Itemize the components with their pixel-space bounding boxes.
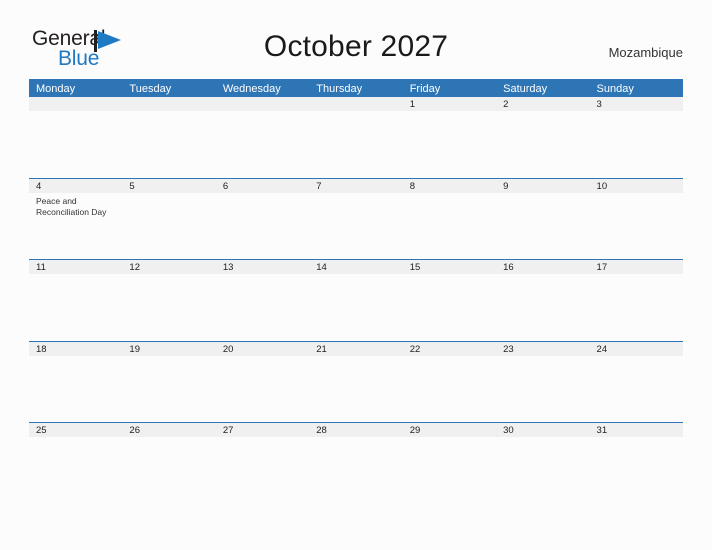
calendar-day-cell[interactable]: 27 bbox=[215, 423, 310, 504]
day-number: 29 bbox=[402, 423, 497, 437]
day-number: 9 bbox=[496, 178, 590, 193]
calendar-day-cell[interactable]: 7 bbox=[309, 178, 403, 260]
calendar-day-cell[interactable]: 8 bbox=[402, 178, 497, 260]
day-number: 17 bbox=[589, 260, 683, 274]
day-number: 6 bbox=[215, 178, 310, 193]
page-title: October 2027 bbox=[263, 30, 449, 63]
calendar-day-cell[interactable]: 31 bbox=[589, 423, 683, 504]
day-number: 20 bbox=[215, 341, 310, 356]
day-number bbox=[29, 97, 123, 111]
calendar-week-row: 4 Peace and Reconciliation Day 5 6 7 8 9 10 bbox=[29, 177, 683, 260]
weekday-header-wednesday: Wednesday bbox=[222, 83, 281, 95]
calendar-day-cell[interactable]: 18 bbox=[29, 341, 123, 423]
calendar-page: General Blue October 2027 Mozambique Mon… bbox=[0, 0, 712, 550]
day-number: 24 bbox=[589, 341, 683, 356]
calendar-day-cell[interactable]: 23 bbox=[496, 341, 590, 423]
weekday-header-thursday: Thursday bbox=[316, 83, 363, 95]
calendar-day-cell[interactable]: 17 bbox=[589, 260, 683, 341]
calendar-day-cell[interactable]: 3 bbox=[589, 97, 683, 178]
calendar-day-cell[interactable]: 22 bbox=[402, 341, 497, 423]
calendar-day-cell[interactable]: 13 bbox=[215, 260, 310, 341]
weekday-header-saturday: Saturday bbox=[503, 83, 548, 95]
day-number bbox=[309, 97, 403, 111]
day-number: 23 bbox=[496, 341, 590, 356]
calendar-day-cell[interactable]: 1 bbox=[402, 97, 497, 178]
calendar-week-row: 25 26 27 28 29 30 31 bbox=[29, 422, 683, 504]
day-number: 16 bbox=[496, 260, 590, 274]
calendar-day-cell[interactable]: 9 bbox=[496, 178, 590, 260]
day-number: 2 bbox=[496, 97, 590, 111]
calendar-week-row: 123 bbox=[29, 97, 683, 178]
calendar-day-cell[interactable]: 2 bbox=[496, 97, 590, 178]
day-number: 21 bbox=[309, 341, 403, 356]
day-number: 25 bbox=[29, 423, 123, 437]
page-header: General Blue October 2027 Mozambique bbox=[0, 0, 712, 69]
calendar-day-cell[interactable]: 16 bbox=[496, 260, 590, 341]
calendar-day-cell-empty bbox=[122, 97, 216, 178]
day-number: 26 bbox=[122, 423, 216, 437]
calendar-day-cell[interactable]: 30 bbox=[496, 423, 590, 504]
calendar-day-cell[interactable]: 12 bbox=[122, 260, 216, 341]
day-number: 1 bbox=[402, 97, 497, 111]
calendar-day-cell[interactable]: 6 bbox=[215, 178, 310, 260]
day-number: 11 bbox=[29, 260, 123, 274]
day-number: 4 bbox=[29, 178, 123, 193]
calendar-day-cell[interactable]: 5 bbox=[122, 178, 216, 260]
day-number: 3 bbox=[589, 97, 683, 111]
weekday-header-row: Monday Tuesday Wednesday Thursday Friday… bbox=[29, 79, 683, 97]
weekday-header-sunday: Sunday bbox=[596, 83, 634, 95]
holiday-event-label: Peace and Reconciliation Day bbox=[36, 195, 107, 218]
day-number bbox=[215, 97, 310, 111]
day-events: Peace and Reconciliation Day bbox=[29, 193, 122, 219]
weekday-header-monday: Monday bbox=[36, 83, 76, 95]
day-number: 12 bbox=[122, 260, 216, 274]
calendar-day-cell[interactable]: 24 bbox=[589, 341, 683, 423]
calendar-day-cell[interactable]: 19 bbox=[122, 341, 216, 423]
weekday-header-friday: Friday bbox=[409, 83, 441, 95]
day-number bbox=[122, 97, 216, 111]
day-number: 18 bbox=[29, 341, 123, 356]
calendar-grid: Monday Tuesday Wednesday Thursday Friday… bbox=[29, 79, 683, 504]
calendar-day-cell[interactable]: 29 bbox=[402, 423, 497, 504]
day-number: 30 bbox=[496, 423, 590, 437]
day-number: 13 bbox=[215, 260, 310, 274]
calendar-day-cell[interactable]: 15 bbox=[402, 260, 497, 341]
calendar-week-row: 11 12 13 14 15 16 17 bbox=[29, 259, 683, 341]
calendar-day-cell[interactable]: 14 bbox=[309, 260, 403, 341]
calendar-week-row: 18 19 20 21 22 23 24 bbox=[29, 340, 683, 423]
calendar-weeks: 1 2 3 4 Peace and Reconciliation Day 5 6 7 8 9 10 1… bbox=[29, 97, 683, 504]
calendar-day-cell-empty bbox=[215, 97, 310, 178]
day-number: 28 bbox=[309, 423, 403, 437]
calendar-day-cell[interactable]: 20 bbox=[215, 341, 310, 423]
calendar-day-cell[interactable]: 21 bbox=[309, 341, 403, 423]
calendar-day-cell[interactable]: 28 bbox=[309, 423, 403, 504]
calendar-day-cell[interactable]: 26 bbox=[122, 423, 216, 504]
calendar-day-cell[interactable]: 4 Peace and Reconciliation Day bbox=[29, 178, 123, 260]
calendar-day-cell-empty bbox=[29, 97, 123, 178]
calendar-day-cell[interactable]: 25 bbox=[29, 423, 123, 504]
day-number: 27 bbox=[215, 423, 310, 437]
day-number: 14 bbox=[309, 260, 403, 274]
calendar-day-cell-empty bbox=[309, 97, 403, 178]
calendar-day-cell[interactable]: 10 bbox=[589, 178, 683, 260]
day-number: 7 bbox=[309, 178, 403, 193]
weekday-header-tuesday: Tuesday bbox=[129, 83, 172, 95]
calendar-day-cell[interactable]: 11 bbox=[29, 260, 123, 341]
day-number: 31 bbox=[589, 423, 683, 437]
day-number: 19 bbox=[122, 341, 216, 356]
day-number: 22 bbox=[402, 341, 497, 356]
day-number: 10 bbox=[589, 178, 683, 193]
day-number: 8 bbox=[402, 178, 497, 193]
day-number: 5 bbox=[122, 178, 216, 193]
day-number: 15 bbox=[402, 260, 497, 274]
country-label: Mozambique bbox=[608, 45, 683, 60]
